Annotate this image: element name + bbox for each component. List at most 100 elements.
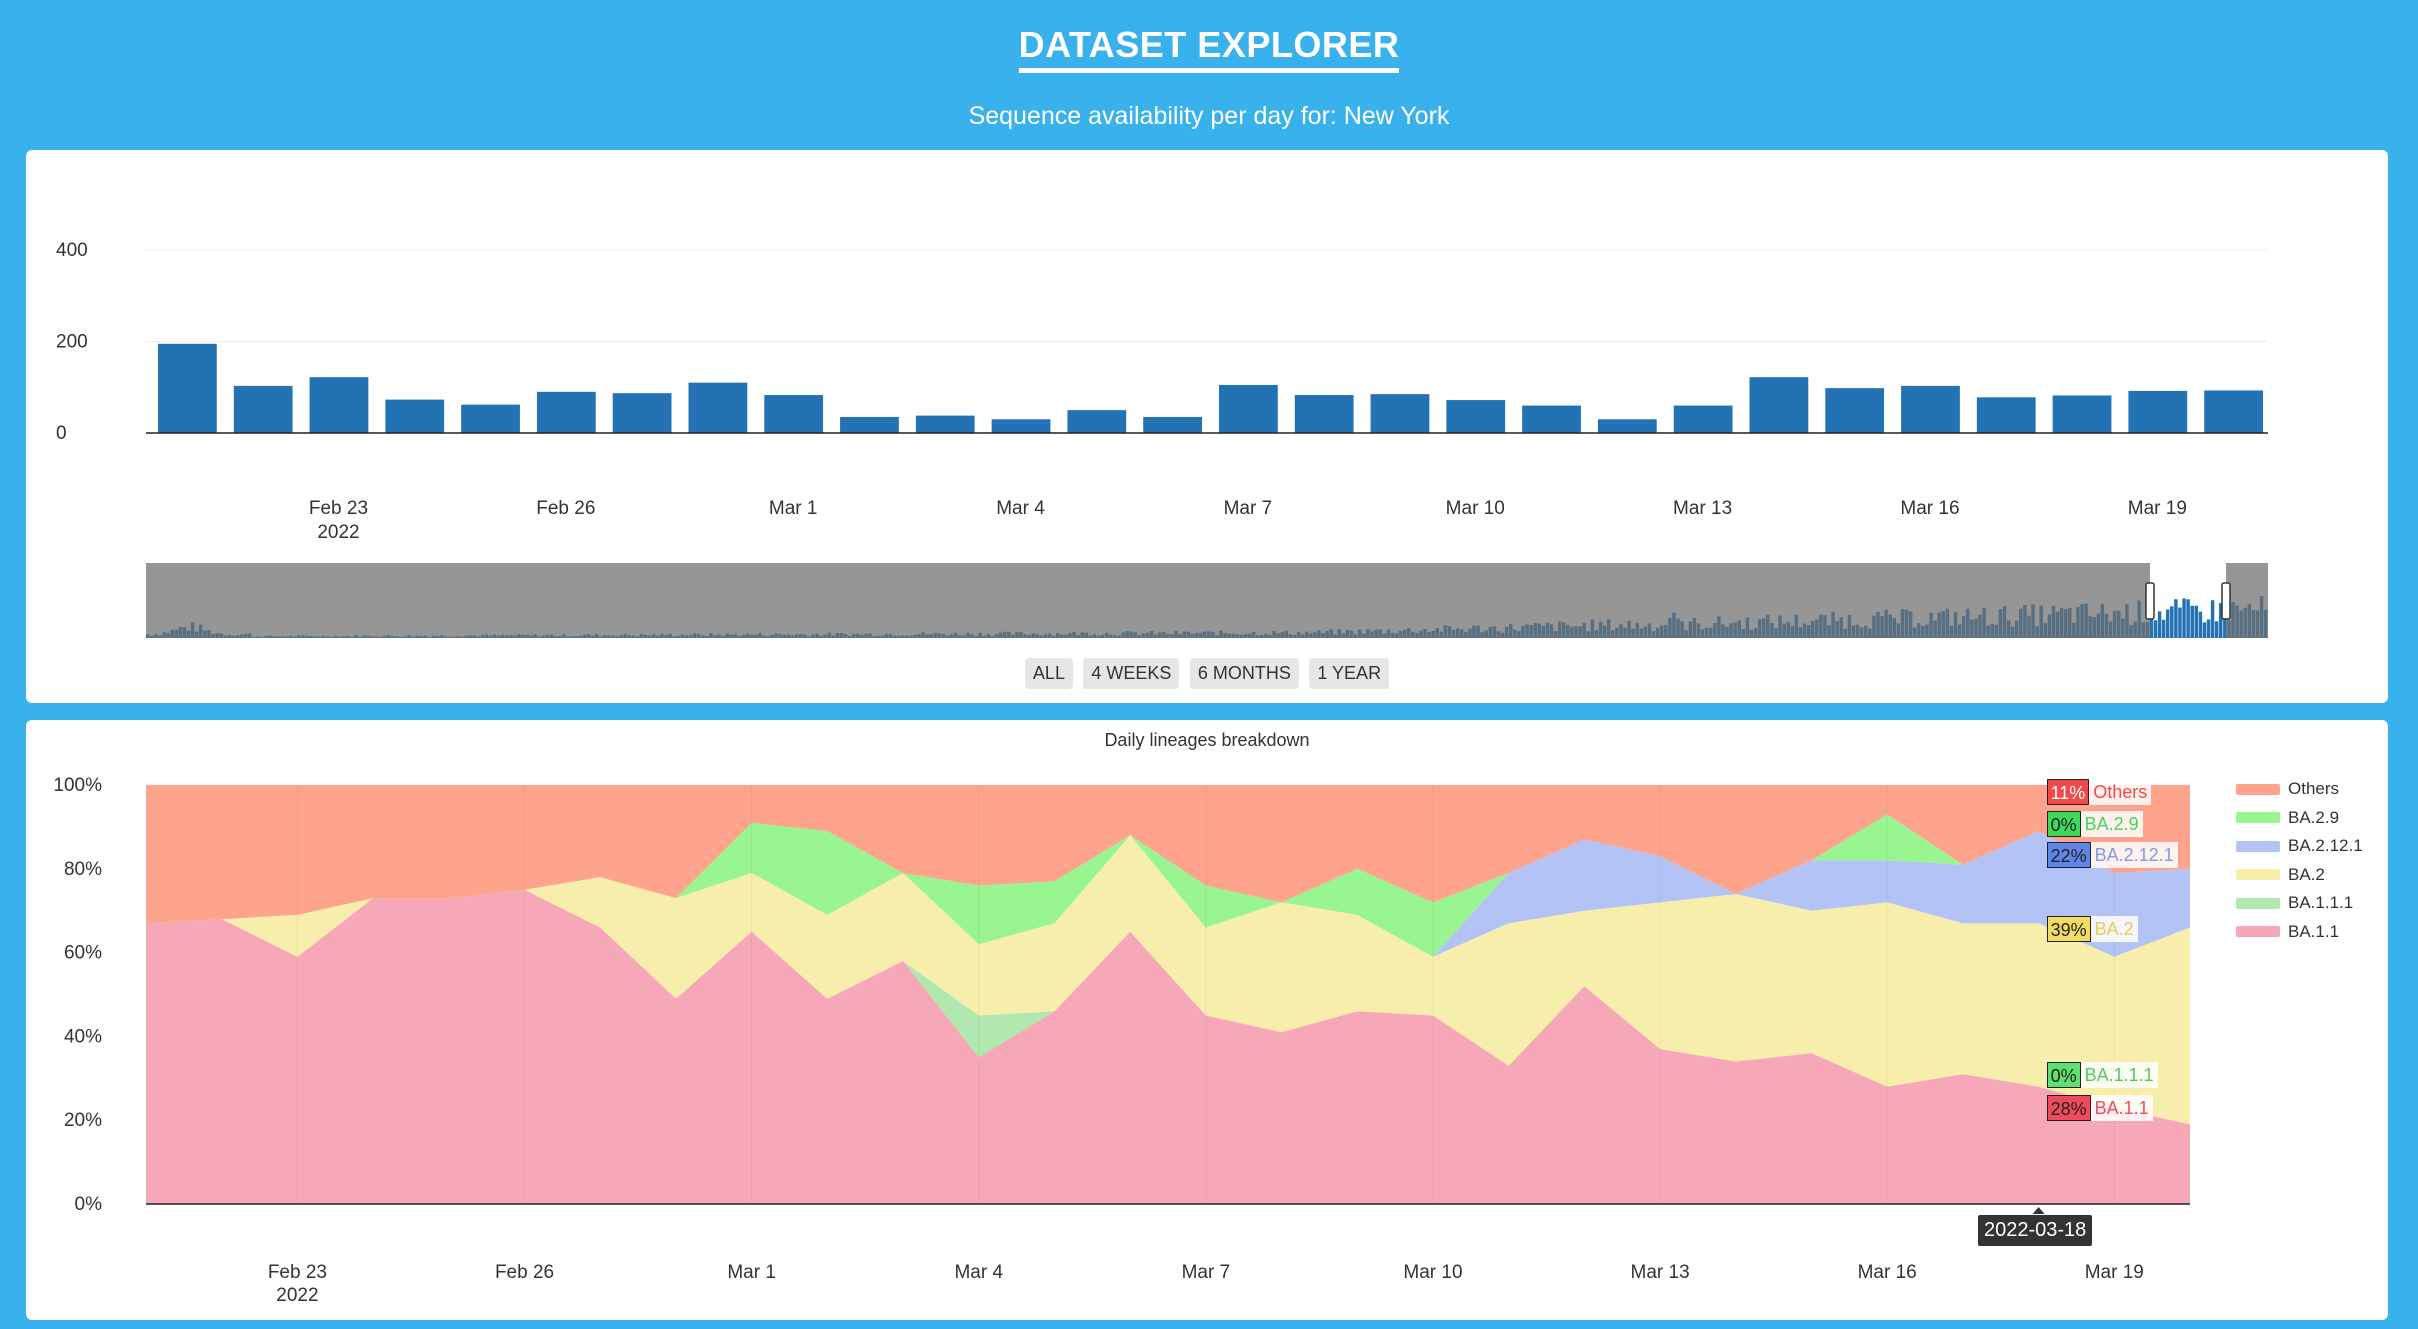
bar [158, 343, 217, 433]
tooltip-series-name: Others [2089, 779, 2152, 805]
bar [1143, 416, 1202, 433]
navigator-bar [2194, 605, 2199, 638]
bar [1749, 377, 1809, 433]
x-tick-label: Mar 1 [769, 498, 818, 519]
bar [612, 393, 672, 433]
bar [1901, 385, 1960, 433]
bar [385, 399, 445, 433]
bar [1370, 394, 1430, 433]
bar [2128, 390, 2188, 433]
x-tick-label: Mar 13 [1631, 1262, 1690, 1283]
tooltip-BA-2-12-1: 22% BA.2.12.1 [2046, 842, 2178, 868]
y-tick-label: 100% [53, 775, 102, 796]
navigator-bar [2206, 619, 2211, 638]
y-tick-label: 0 [56, 423, 67, 444]
bar [1825, 388, 1885, 433]
legend-item[interactable]: BA.2 [2236, 861, 2363, 890]
y-tick-label: 400 [56, 240, 88, 261]
bar [1597, 419, 1657, 433]
range-buttons: ALL 4 WEEKS 6 MONTHS 1 YEAR [26, 658, 2388, 689]
legend-swatch [2236, 840, 2280, 852]
navigator-bar [2182, 598, 2186, 638]
bar [991, 419, 1051, 433]
hover-date-label: 2022-03-18 [1978, 1215, 2093, 1246]
x-tick-label: Mar 19 [2085, 1262, 2144, 1283]
navigator-handle-left[interactable] [2145, 582, 2155, 620]
range-all-button[interactable]: ALL [1024, 658, 1073, 689]
tooltip-BA-1-1: 28% BA.1.1 [2046, 1095, 2153, 1121]
legend-item[interactable]: BA.1.1 [2236, 918, 2363, 947]
page-subtitle: Sequence availability per day for: New Y… [968, 102, 1450, 130]
x-tick-label: Mar 7 [1224, 498, 1273, 519]
tooltip-percent: 22% [2046, 842, 2091, 868]
bar [1294, 395, 1354, 433]
x-tick-label: Feb 23 [268, 1262, 327, 1283]
bar [536, 391, 596, 433]
legend-label: BA.1.1 [2288, 921, 2340, 941]
bar [1522, 405, 1581, 433]
bar [1219, 384, 1278, 433]
legend-swatch [2236, 783, 2280, 795]
x-tick-label: Mar 7 [1182, 1262, 1231, 1283]
x-tick-label: Mar 16 [1858, 1262, 1917, 1283]
navigator-bar [2161, 619, 2166, 638]
x-tick-label: Mar 1 [727, 1262, 776, 1283]
y-tick-label: 80% [64, 859, 102, 880]
legend-swatch [2236, 869, 2280, 881]
legend-item[interactable]: BA.2.9 [2236, 804, 2363, 833]
tooltip-percent: 0% [2046, 811, 2081, 837]
x-tick-year-label: 2022 [276, 1285, 318, 1306]
x-tick-label: Feb 26 [495, 1262, 554, 1283]
x-tick-label: Mar 19 [2128, 498, 2187, 519]
bar [309, 377, 369, 433]
navigator-bar [2149, 617, 2154, 638]
x-tick-label: Mar 16 [1900, 498, 1959, 519]
range-1-year-button[interactable]: 1 YEAR [1309, 658, 1390, 689]
tooltip-series-name: BA.2 [2090, 916, 2138, 942]
tooltip-percent: 28% [2046, 1095, 2091, 1121]
tooltip-BA-2: 39% BA.2 [2046, 916, 2138, 942]
x-tick-label: Mar 10 [1403, 1262, 1462, 1283]
tooltip-Others: 11% Others [2046, 779, 2152, 805]
navigator-handle-right[interactable] [2221, 582, 2231, 620]
tooltip-series-name: BA.2.12.1 [2090, 842, 2178, 868]
navigator-bar [2190, 605, 2194, 638]
tooltip-percent: 11% [2046, 779, 2090, 805]
navigator-bar [2214, 621, 2219, 638]
chart-title: Daily lineages breakdown [1104, 730, 1309, 750]
y-tick-label: 200 [56, 332, 88, 353]
bar [764, 395, 824, 433]
navigator-bar [2202, 622, 2207, 638]
x-tick-label: Feb 23 [309, 498, 368, 519]
navigator-bar [2186, 599, 2190, 638]
legend-item[interactable]: Others [2236, 775, 2363, 804]
lineages-card: Daily lineages breakdown 0% 20% 40% 60% 80% 10… [26, 720, 2388, 1320]
navigator-bar [2170, 606, 2174, 638]
legend-item[interactable]: BA.2.12.1 [2236, 832, 2363, 861]
y-tick-label: 20% [64, 1110, 102, 1131]
bar [1446, 400, 1506, 433]
legend-swatch [2236, 897, 2280, 909]
bar [1976, 397, 2036, 433]
range-4-weeks-button[interactable]: 4 WEEKS [1083, 658, 1180, 689]
bar [1067, 410, 1127, 433]
bar [915, 415, 975, 433]
x-tick-year-label: 2022 [317, 522, 359, 543]
legend-label: BA.2.12.1 [2288, 836, 2363, 856]
app-title: DATASET EXPLORER [0, 24, 2418, 73]
legend-item[interactable]: BA.1.1.1 [2236, 889, 2363, 918]
range-6-months-button[interactable]: 6 MONTHS [1189, 658, 1299, 689]
navigator-bar [2153, 620, 2158, 638]
tooltip-percent: 39% [2046, 916, 2091, 942]
bar [688, 382, 748, 433]
navigator-mask-right [2226, 563, 2268, 638]
bar [840, 416, 899, 433]
chart-legend: Others BA.2.9 BA.2.12.1 BA.2 BA.1.1.1 BA.1.1 [2236, 775, 2363, 946]
tooltip-series-name: BA.1.1 [2090, 1095, 2153, 1121]
navigator-bar [2178, 607, 2182, 638]
legend-label: BA.2 [2288, 864, 2325, 884]
y-tick-label: 40% [64, 1026, 102, 1047]
tooltip-series-name: BA.1.1.1 [2080, 1062, 2158, 1088]
tooltip-percent: 0% [2046, 1062, 2081, 1088]
legend-swatch [2236, 926, 2280, 938]
